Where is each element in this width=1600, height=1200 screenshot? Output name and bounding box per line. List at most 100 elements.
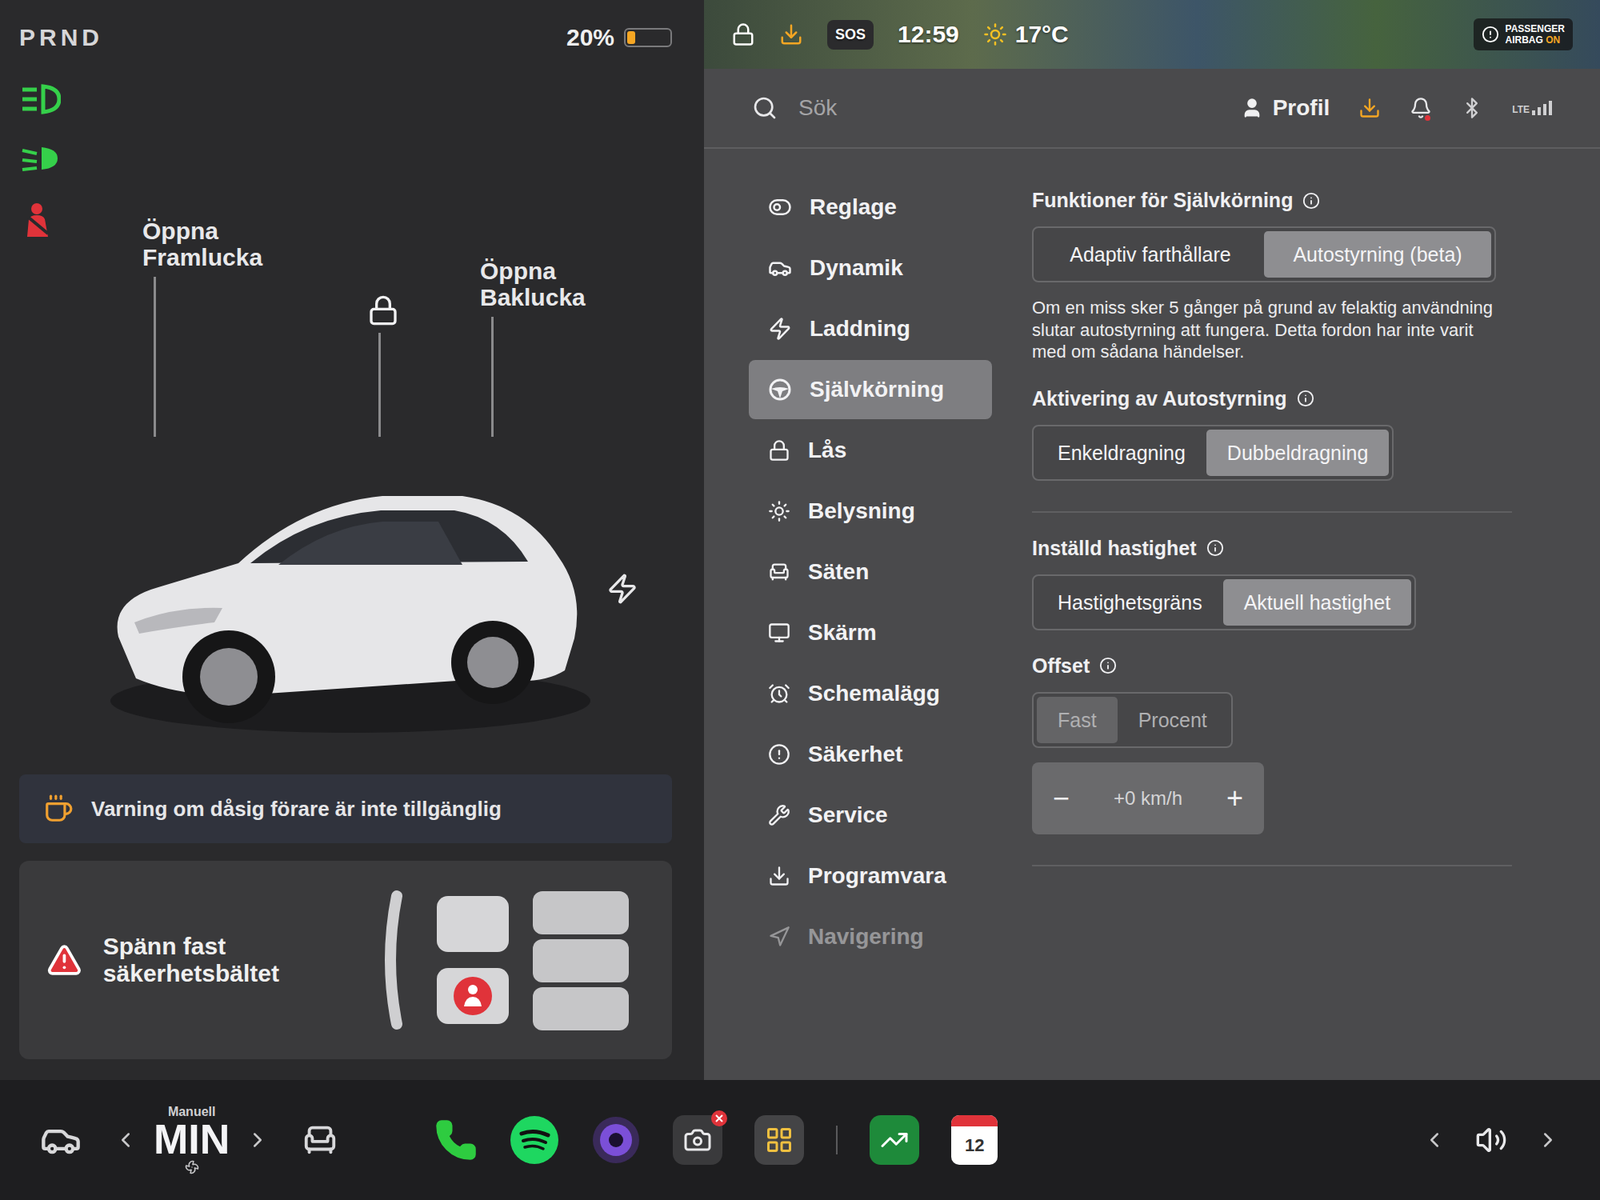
battery-status: 20% xyxy=(566,24,672,52)
settings-section: OffsetFastProcent−+0 km/h+ xyxy=(1032,646,1560,867)
segment-option[interactable]: Hastighetsgräns xyxy=(1036,579,1224,626)
notifications-button[interactable] xyxy=(1409,96,1432,120)
segment-option[interactable]: Autostyrning (beta) xyxy=(1264,231,1492,278)
spotify-icon[interactable] xyxy=(509,1115,560,1165)
sidebar-item[interactable]: Säkerhet xyxy=(748,724,992,784)
calendar-app[interactable]: 12 xyxy=(951,1115,998,1165)
autopilot-settings: Funktioner för Självkörning Adaptiv farth… xyxy=(1008,148,1600,1080)
segmented-control: EnkeldragningDubbeldragning xyxy=(1032,424,1394,481)
chevron-right-icon[interactable] xyxy=(245,1128,270,1152)
increase-button[interactable]: + xyxy=(1226,781,1244,816)
sidebar-item[interactable]: Belysning xyxy=(748,481,992,541)
display-icon xyxy=(768,621,791,644)
trunk-button[interactable]: Öppna Baklucka xyxy=(480,257,624,311)
section-note: Om en miss sker 5 gånger på grund av fel… xyxy=(1032,296,1512,364)
airbag-icon xyxy=(1481,25,1500,44)
airbag-line: AIRBAG ON xyxy=(1505,34,1565,46)
bluetooth-icon[interactable] xyxy=(1460,96,1484,120)
lock-icon[interactable] xyxy=(731,22,756,47)
chevron-left-icon[interactable] xyxy=(113,1128,138,1152)
info-icon[interactable] xyxy=(1296,389,1315,408)
car-icon[interactable] xyxy=(40,1119,82,1161)
calendar-header xyxy=(951,1115,998,1127)
sun-icon xyxy=(983,22,1008,47)
profile-button[interactable]: Profil xyxy=(1240,95,1331,121)
driver-alert-notice: Varning om dåsig förare är inte tillgäng… xyxy=(19,774,672,844)
climate-value[interactable]: ManuellMIN xyxy=(153,1105,230,1175)
section-title: Offset xyxy=(1032,654,1560,678)
stocks-app[interactable] xyxy=(869,1115,920,1165)
seatbelt-icon xyxy=(19,201,58,240)
sidebar-item[interactable]: Navigering xyxy=(748,907,992,967)
segmented-control: Adaptiv farthållareAutostyrning (beta) xyxy=(1032,226,1496,283)
sidebar-item[interactable]: Reglage xyxy=(748,177,992,237)
search-field[interactable]: Sök xyxy=(798,95,837,121)
section-title: Funktioner för Självkörning xyxy=(1032,188,1560,212)
profile-label: Profil xyxy=(1272,95,1331,121)
chevron-right-icon[interactable] xyxy=(1536,1128,1560,1152)
sidebar-item[interactable]: Service xyxy=(748,785,992,845)
climate-control: ManuellMIN xyxy=(113,1105,270,1175)
sidebar-item[interactable]: Programvara xyxy=(748,846,992,906)
info-icon[interactable] xyxy=(1302,192,1320,210)
sidebar-label: Programvara xyxy=(808,863,947,889)
frunk-callout: Öppna Framlucka xyxy=(142,217,287,437)
lock-icon xyxy=(768,439,791,462)
seat-map-icon xyxy=(380,880,645,1040)
search-icon[interactable] xyxy=(752,95,778,121)
temperature: 17°C xyxy=(983,20,1069,48)
info-icon[interactable] xyxy=(1206,539,1224,557)
warning-message: Spänn fast säkerhetsbältet xyxy=(46,932,367,988)
sos-button[interactable]: SOS xyxy=(827,20,874,50)
bolt-icon xyxy=(768,316,792,341)
lock-callout xyxy=(367,294,400,437)
sidebar-item[interactable]: Lås xyxy=(748,420,992,480)
volume-control xyxy=(1422,1124,1560,1156)
chevron-left-icon[interactable] xyxy=(1422,1128,1447,1152)
sidebar-item[interactable]: Självkörning xyxy=(748,360,992,420)
settings-section: Inställd hastighetHastighetsgränsAktuell… xyxy=(1032,528,1560,631)
dashcam-app[interactable] xyxy=(672,1115,723,1165)
sidebar-label: Laddning xyxy=(809,316,911,342)
phone-icon[interactable] xyxy=(434,1118,478,1162)
notice-text: Varning om dåsig förare är inte tillgäng… xyxy=(91,796,502,822)
sidebar-item[interactable]: Skärm xyxy=(748,603,992,663)
light-icon xyxy=(768,500,791,523)
segment-option[interactable]: Adaptiv farthållare xyxy=(1036,231,1264,278)
signal-icon: LTE xyxy=(1512,100,1552,116)
volume-icon[interactable] xyxy=(1475,1124,1508,1156)
segment-option[interactable]: Dubbeldragning xyxy=(1206,429,1390,476)
callout-line xyxy=(491,316,494,437)
frunk-button[interactable]: Öppna Framlucka xyxy=(142,217,287,271)
sidebar-label: Service xyxy=(808,802,888,828)
alert-circle-icon xyxy=(768,743,791,766)
sidebar-item[interactable]: Schemalägg xyxy=(748,664,992,724)
sidebar-item[interactable]: Laddning xyxy=(748,299,992,359)
section-title: Aktivering av Autostyrning xyxy=(1032,387,1560,411)
signal-bar xyxy=(1532,110,1536,116)
offset-stepper: −+0 km/h+ xyxy=(1032,762,1264,835)
seatbelt-warning: Spänn fast säkerhetsbältet xyxy=(19,860,672,1060)
decrease-button[interactable]: − xyxy=(1052,781,1070,816)
info-icon[interactable] xyxy=(1099,656,1117,675)
network-label: LTE xyxy=(1512,104,1530,116)
charge-port-icon[interactable] xyxy=(606,572,639,605)
segment-option[interactable]: Aktuell hastighet xyxy=(1223,579,1412,626)
camera-app-icon[interactable] xyxy=(591,1115,641,1165)
seat-heater-icon[interactable] xyxy=(301,1121,339,1159)
settings-body: Reglage Dynamik Laddning SjälvkörningLåsBel… xyxy=(704,148,1600,1080)
calendar-day: 12 xyxy=(951,1126,998,1165)
signal-bar xyxy=(1537,107,1541,116)
toybox-app[interactable] xyxy=(754,1115,804,1165)
sidebar-item[interactable]: Dynamik xyxy=(748,238,992,298)
download-icon[interactable] xyxy=(1358,96,1381,120)
coffee-icon xyxy=(43,793,74,824)
sidebar-label: Reglage xyxy=(809,194,897,220)
sidebar-item[interactable]: Säten xyxy=(748,542,992,602)
segment-option[interactable]: Enkeldragning xyxy=(1036,429,1207,476)
battery-fill xyxy=(627,31,636,44)
car-model-icon[interactable] xyxy=(86,436,599,741)
segment-option: Fast xyxy=(1036,696,1118,744)
download-icon[interactable] xyxy=(779,22,804,47)
lock-icon[interactable] xyxy=(367,294,400,327)
